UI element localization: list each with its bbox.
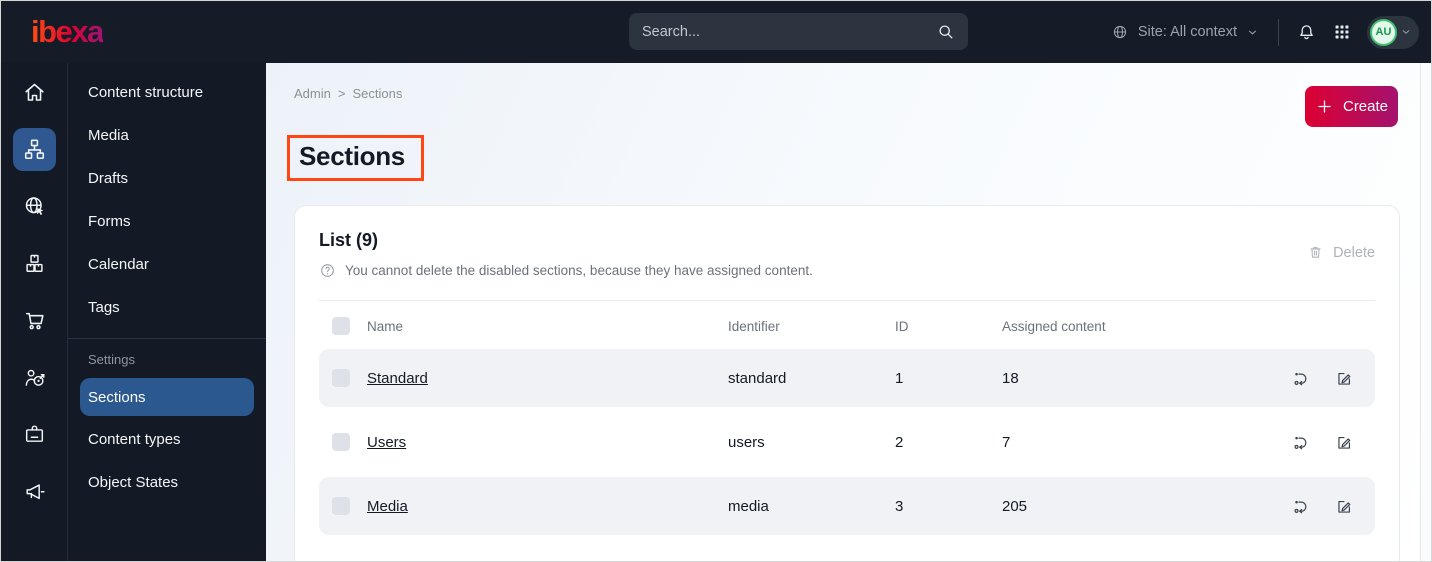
sidebar-item-content-structure[interactable]: Content structure	[68, 71, 266, 114]
row-checkbox[interactable]	[332, 369, 350, 387]
assign-content-icon[interactable]	[1291, 369, 1310, 388]
home-icon[interactable]	[13, 71, 56, 114]
site-context-selector[interactable]: Site: All context	[1111, 23, 1259, 41]
delete-button[interactable]: Delete	[1307, 244, 1375, 261]
card-divider	[319, 300, 1375, 301]
breadcrumb: Admin > Sections	[294, 86, 402, 101]
sidebar-menu: Content structure Media Drafts Forms Cal…	[68, 63, 266, 561]
sidebar-item-forms[interactable]: Forms	[68, 200, 266, 243]
trash-icon	[1307, 244, 1324, 261]
row-checkbox[interactable]	[332, 497, 350, 515]
search-input[interactable]	[642, 23, 936, 40]
column-header-name: Name	[367, 318, 404, 334]
avatar[interactable]: AU	[1370, 18, 1397, 46]
section-identifier: media	[728, 497, 769, 515]
content-tree-icon[interactable]	[12, 128, 56, 171]
section-assigned-content: 205	[1002, 497, 1028, 515]
column-header-id: ID	[895, 318, 909, 334]
section-name-link[interactable]: Standard	[367, 370, 428, 387]
section-identifier: standard	[728, 369, 787, 387]
assign-content-icon[interactable]	[1291, 433, 1310, 452]
section-name-link[interactable]: Media	[367, 498, 408, 515]
sidebar-item-content-types[interactable]: Content types	[68, 418, 266, 461]
site-globe-icon[interactable]	[13, 185, 56, 228]
personalization-icon[interactable]	[13, 356, 56, 399]
table-row: Users users 2 7	[319, 413, 1375, 471]
edit-icon[interactable]	[1335, 369, 1354, 388]
app-grid-icon[interactable]	[1333, 23, 1351, 41]
scrollbar-track[interactable]	[1420, 63, 1431, 561]
row-checkbox[interactable]	[332, 433, 350, 451]
list-info: You cannot delete the disabled sections,…	[319, 262, 813, 279]
edit-icon[interactable]	[1335, 433, 1354, 452]
section-id: 1	[895, 369, 904, 387]
section-id: 2	[895, 433, 904, 451]
section-assigned-content: 18	[1002, 369, 1019, 387]
section-identifier: users	[728, 433, 765, 451]
table-header: Name Identifier ID Assigned content	[319, 303, 1375, 349]
ibexa-logo: ibexa	[31, 14, 104, 49]
help-question-icon	[319, 262, 336, 279]
sidebar-item-media[interactable]: Media	[68, 114, 266, 157]
notifications-bell-icon[interactable]	[1296, 22, 1317, 43]
search-icon[interactable]	[936, 22, 955, 41]
list-info-text: You cannot delete the disabled sections,…	[345, 263, 813, 278]
column-header-identifier: Identifier	[728, 318, 780, 334]
table-row: Media media 3 205	[319, 477, 1375, 535]
edit-icon[interactable]	[1335, 497, 1354, 516]
global-search[interactable]	[629, 13, 968, 50]
create-button[interactable]: Create	[1305, 86, 1398, 127]
list-title: List (9)	[319, 230, 379, 250]
breadcrumb-sections[interactable]: Sections	[352, 86, 402, 101]
main-content: Admin > Sections Create Sections List (9…	[266, 63, 1431, 561]
topbar-divider	[1278, 18, 1279, 46]
section-name-link[interactable]: Users	[367, 434, 406, 451]
breadcrumb-separator: >	[337, 86, 346, 101]
sections-list-card: List (9) You cannot delete the disabled …	[294, 205, 1400, 561]
plus-icon	[1315, 97, 1334, 116]
section-assigned-content: 7	[1002, 433, 1011, 451]
sidebar-item-drafts[interactable]: Drafts	[68, 157, 266, 200]
sidebar-item-tags[interactable]: Tags	[68, 286, 266, 329]
globe-icon	[1111, 23, 1129, 41]
topbar-right: Site: All context AU	[1111, 15, 1431, 49]
sidebar-item-calendar[interactable]: Calendar	[68, 243, 266, 286]
breadcrumb-admin[interactable]: Admin	[294, 86, 331, 101]
sidebar-icon-rail	[1, 63, 68, 561]
annotation-highlight-box: Sections	[287, 135, 424, 181]
topbar: ibexa Site: All context	[1, 1, 1431, 63]
chevron-down-icon	[1246, 26, 1259, 39]
section-id: 3	[895, 497, 904, 515]
settings-group-label: Settings	[88, 352, 135, 367]
column-header-assigned-content: Assigned content	[1002, 318, 1106, 334]
page-title: Sections	[299, 141, 405, 171]
sidebar-item-sections[interactable]: Sections	[80, 378, 254, 416]
commerce-cart-icon[interactable]	[13, 299, 56, 342]
corporate-badge-icon[interactable]	[13, 413, 56, 456]
marketing-megaphone-icon[interactable]	[13, 470, 56, 513]
table-row: Standard standard 1 18	[319, 349, 1375, 407]
sidebar-item-object-states[interactable]: Object States	[68, 461, 266, 504]
user-menu[interactable]: AU	[1367, 15, 1419, 49]
chevron-down-icon	[1400, 26, 1412, 38]
product-catalog-icon[interactable]	[13, 242, 56, 285]
site-context-label: Site: All context	[1137, 24, 1237, 40]
assign-content-icon[interactable]	[1291, 497, 1310, 516]
select-all-checkbox[interactable]	[332, 317, 350, 335]
app-window: ibexa Site: All context	[0, 0, 1432, 562]
